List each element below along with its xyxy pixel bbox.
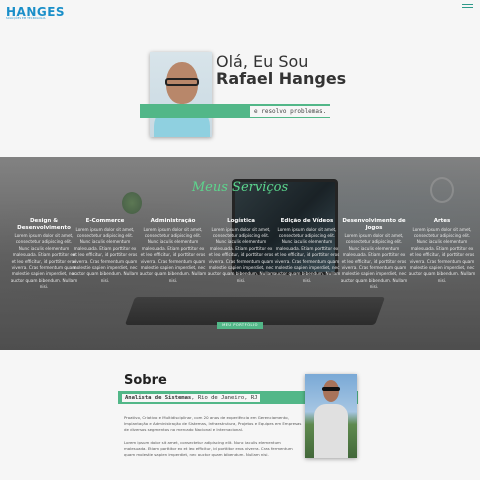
about-paragraph-1: Proativo, Criativo e Multidisciplinar, c… (124, 415, 302, 432)
service-text: Lorem ipsum dolor sit amet, consectetur … (207, 226, 275, 283)
service-administracao: Administração Lorem ipsum dolor sit amet… (139, 218, 207, 284)
service-text: Lorem ipsum dolor sit amet, consectetur … (340, 233, 408, 290)
service-artes: Artes Lorem ipsum dolor sit amet, consec… (408, 218, 476, 284)
portfolio-button[interactable]: MEU PORTFÓLIO (217, 322, 263, 329)
service-design: Design & Desenvolvimento Lorem ipsum dol… (10, 218, 78, 291)
service-title: Logística (227, 218, 255, 224)
service-jogos: Desenvolvimento de Jogos Lorem ipsum dol… (340, 218, 408, 291)
service-title: E-Commerce (85, 218, 125, 224)
services-title: Meus Serviços (191, 180, 289, 195)
about-location: , Rio de Janeiro, RJ (191, 395, 258, 401)
service-text: Lorem ipsum dolor sit amet, consectetur … (273, 226, 341, 283)
about-role-line: Analista de Sistemas, Rio de Janeiro, RJ (122, 394, 261, 402)
service-text: Lorem ipsum dolor sit amet, consectetur … (408, 226, 476, 283)
service-text: Lorem ipsum dolor sit amet, consectetur … (10, 233, 78, 290)
about-photo (305, 374, 357, 458)
service-edicao-videos: Edição de Vídeos Lorem ipsum dolor sit a… (273, 218, 341, 284)
about-role: Analista de Sistemas (125, 395, 192, 401)
service-title: Design & Desenvolvimento (17, 218, 71, 231)
about-title: Sobre (124, 373, 167, 388)
service-logistica: Logística Lorem ipsum dolor sit amet, co… (207, 218, 275, 284)
hero-name: Rafael Hanges (216, 69, 347, 88)
about-paragraph-2: Lorem ipsum dolor sit amet, consectetur … (124, 440, 293, 457)
service-text: Lorem ipsum dolor sit amet, consectetur … (71, 226, 139, 283)
site-header: HANGES SOLUÇÕES EM TECNOLOGIA (0, 0, 480, 24)
service-title: Edição de Vídeos (280, 218, 334, 224)
logo-subtitle: SOLUÇÕES EM TECNOLOGIA (6, 17, 46, 20)
service-title: Administração (150, 218, 196, 224)
service-text: Lorem ipsum dolor sit amet, consectetur … (139, 226, 207, 283)
hamburger-icon[interactable] (462, 4, 473, 12)
profile-photo (150, 52, 212, 137)
service-ecommerce: E-Commerce Lorem ipsum dolor sit amet, c… (71, 218, 139, 284)
service-title: Artes (433, 218, 451, 224)
hero-tagline: e resolvo problemas. (250, 106, 331, 117)
service-title: Desenvolvimento de Jogos (342, 218, 406, 231)
